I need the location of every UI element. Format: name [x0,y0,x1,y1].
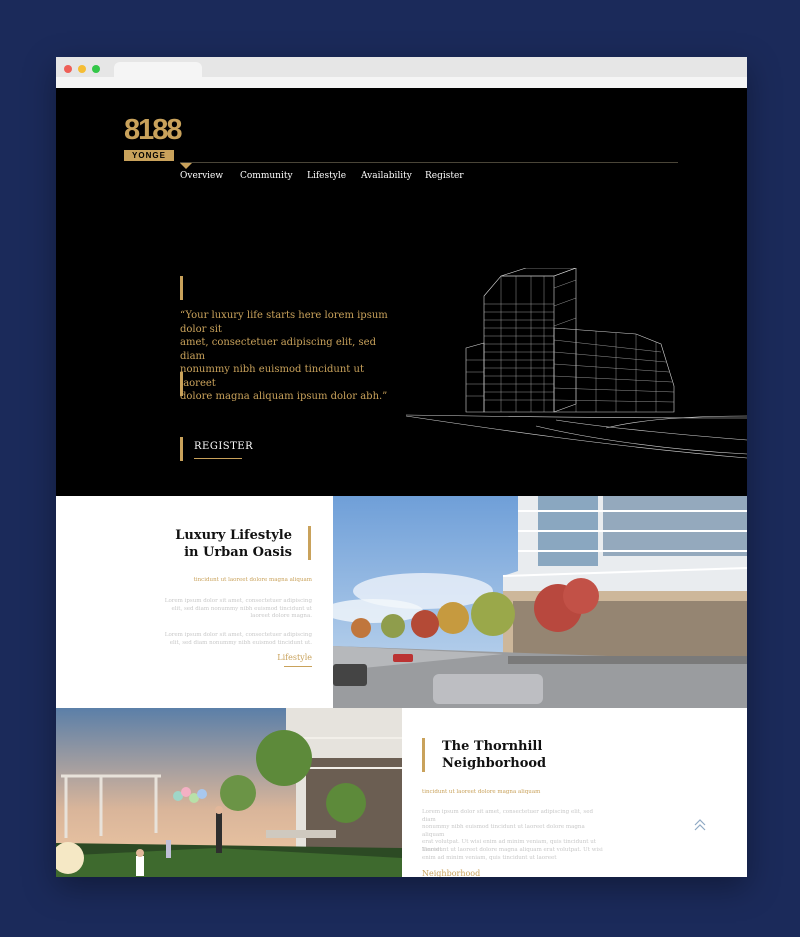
lifestyle-title: Luxury Lifestyle in Urban Oasis [116,527,292,561]
text-line: Lorem ipsum dolor sit amet, consectetuer… [164,632,312,638]
text-line: elit, sed diam nonummy nibh euismod tinc… [169,639,312,646]
register-underline [194,458,242,459]
street-rendering-image [333,496,747,708]
lifestyle-card: Luxury Lifestyle in Urban Oasis tincidun… [56,496,333,708]
close-window-dot[interactable] [64,65,72,73]
quote-bottom-bar [180,372,183,396]
browser-chrome [56,57,747,88]
title-line: The Thornhill [442,739,543,754]
courtyard-rendering-image [56,708,402,877]
quote-line: nonummy nibh euismod tincidunt ut laoree… [180,364,364,389]
text-line: elit, sed diam nonummy nibh euismod tinc… [171,605,312,612]
maximize-window-dot[interactable] [92,65,100,73]
nav-item-community[interactable]: Community [240,171,293,181]
title-line: in Urban Oasis [184,545,292,560]
register-bar [180,437,183,461]
quote-top-bar [180,276,183,300]
neighborhood-title: The Thornhill Neighborhood [442,738,546,772]
nav-divider [180,162,678,163]
lifestyle-section: Luxury Lifestyle in Urban Oasis tincidun… [56,496,747,708]
nav-item-register[interactable]: Register [425,171,464,181]
nav-item-lifestyle[interactable]: Lifestyle [307,171,346,181]
hero-section: 8188 YONGE Overview Community Lifestyle … [56,88,747,496]
logo-number: 8188 [124,114,183,146]
minimize-window-dot[interactable] [78,65,86,73]
text-line: laoreet dolore magna. [250,613,312,619]
text-line: nonummy nibh euismod tincidunt ut laoree… [422,824,585,838]
register-button[interactable]: REGISTER [194,441,253,452]
quote-line: amet, consectetuer adipiscing elit, sed … [180,337,376,362]
lifestyle-paragraph-1: Lorem ipsum dolor sit amet, consectetuer… [116,598,312,621]
text-line: Lorem ipsum dolor sit amet, consectetuer… [164,598,312,604]
neighborhood-section: The Thornhill Neighborhood tincidunt ut … [56,708,747,877]
brand-logo[interactable]: 8188 YONGE [124,112,183,164]
neighborhood-link[interactable]: Neighborhood [422,869,480,877]
text-line: enim ad minim veniam, quis tincidunt ut … [422,854,557,861]
building-wireframe-illustration [406,268,747,459]
lifestyle-title-bar [308,526,311,560]
lifestyle-paragraph-2: Lorem ipsum dolor sit amet, consectetuer… [116,632,312,647]
neighborhood-card: The Thornhill Neighborhood tincidunt ut … [402,708,747,877]
browser-toolbar [56,77,747,88]
title-line: Neighborhood [442,756,547,771]
neighborhood-title-bar [422,738,425,772]
hero-quote: “Your luxury life starts here lorem ipsu… [180,309,395,404]
double-chevron-up-icon[interactable] [694,818,706,832]
browser-window: 8188 YONGE Overview Community Lifestyle … [56,57,747,877]
text-line: Lorem ipsum dolor sit amet, consectetuer… [422,809,594,823]
logo-word: YONGE [124,150,174,161]
text-line: erat volutpat. Ut wisi enim ad minim ven… [422,839,596,845]
lifestyle-link-underline [284,666,312,667]
lifestyle-link[interactable]: Lifestyle [256,653,312,662]
quote-line: dolore magna aliquam ipsum dolor abh.” [180,391,388,402]
quote-line: “Your luxury life starts here lorem ipsu… [180,310,388,335]
nav-item-availability[interactable]: Availability [361,171,412,181]
title-line: Luxury Lifestyle [175,528,292,543]
text-line: Tincidunt ut laoreet dolore magna aliqua… [422,847,603,853]
neighborhood-paragraph-2: Tincidunt ut laoreet dolore magna aliqua… [422,847,607,862]
active-nav-caret-icon [180,163,192,169]
neighborhood-subtitle: tincidunt ut laoreet dolore magna aliqua… [422,789,541,795]
nav-item-overview[interactable]: Overview [180,171,223,181]
lifestyle-subtitle: tincidunt ut laoreet dolore magna aliqua… [193,577,312,583]
